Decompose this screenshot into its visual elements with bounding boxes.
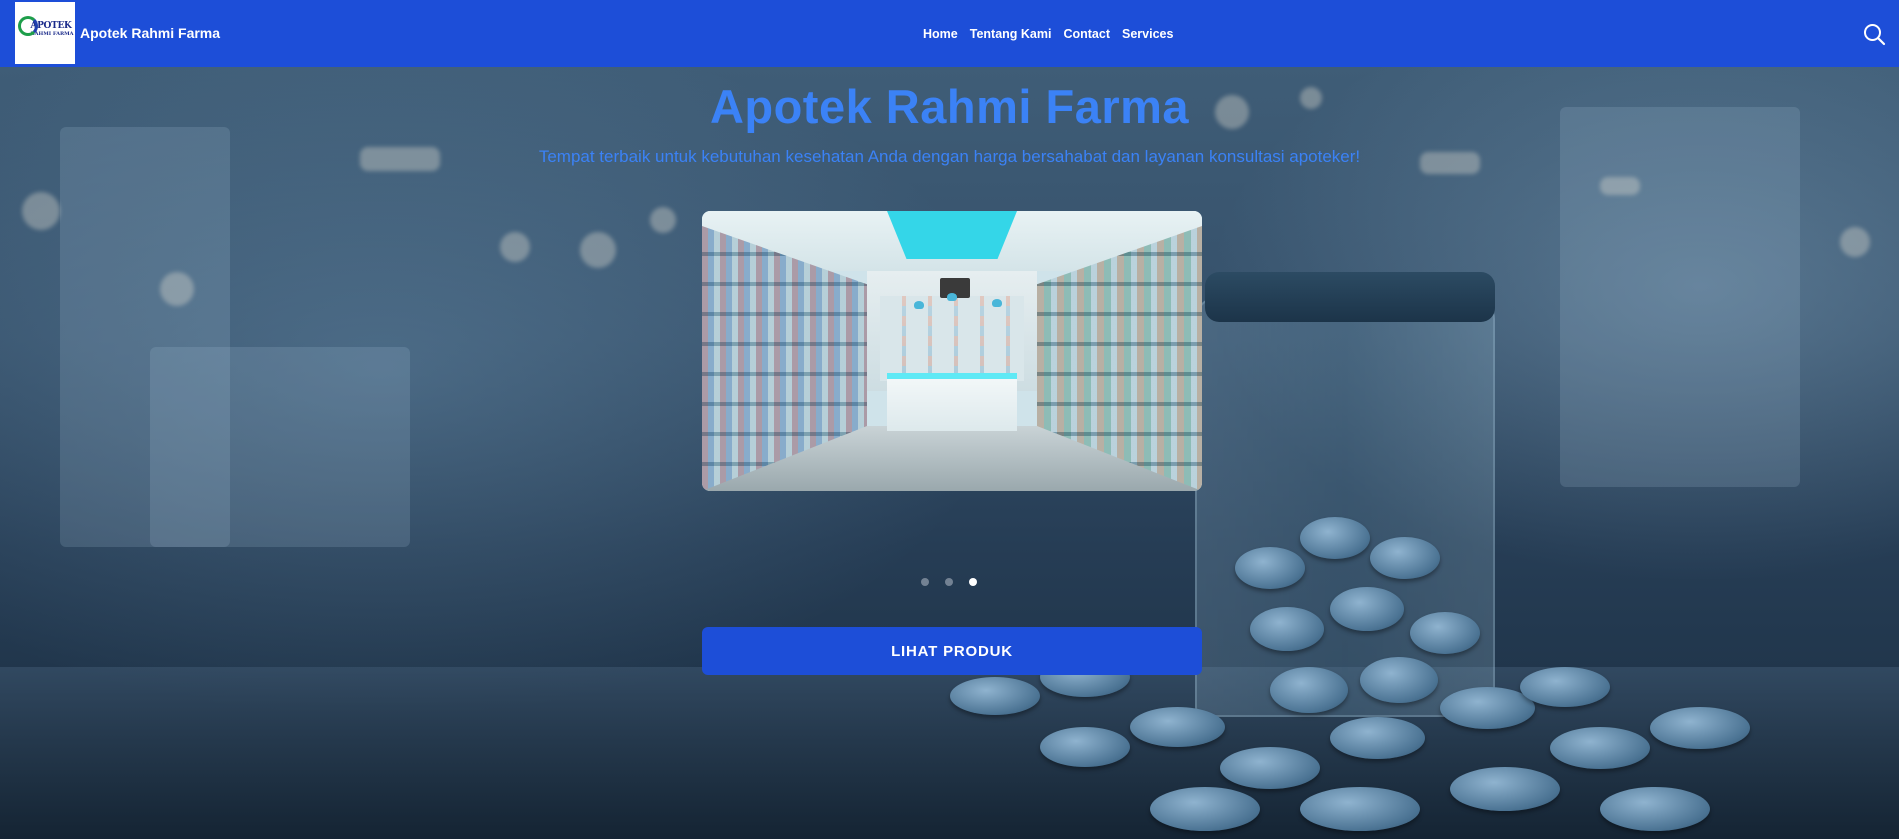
carousel-indicator-3[interactable] [969, 578, 977, 586]
nav-link-services[interactable]: Services [1122, 27, 1173, 41]
pill [950, 677, 1040, 715]
brand-name[interactable]: Apotek Rahmi Farma [80, 25, 220, 41]
hero-title: Apotek Rahmi Farma [709, 80, 1190, 133]
pill [1330, 717, 1425, 759]
lihat-produk-button[interactable]: LIHAT PRODUK [702, 627, 1202, 675]
pill [1040, 727, 1130, 767]
pill [1650, 707, 1750, 749]
pill [1330, 587, 1404, 631]
nav-link-home[interactable]: Home [923, 27, 958, 41]
nav-link-tentang-kami[interactable]: Tentang Kami [970, 27, 1052, 41]
carousel-indicator-1[interactable] [921, 578, 929, 586]
pill [1270, 667, 1348, 713]
bokeh-light [650, 207, 676, 233]
pill [1130, 707, 1225, 747]
pill-jar-lid [1205, 272, 1495, 322]
bokeh-light [160, 272, 194, 306]
nav-link-contact[interactable]: Contact [1063, 27, 1110, 41]
carousel-indicators [921, 578, 977, 586]
navbar: APOTEK RAHMI FARMA Apotek Rahmi Farma Ho… [0, 0, 1899, 67]
slide-back-shelves [880, 296, 1024, 381]
slide-reception-desk [887, 373, 1017, 431]
pill [1370, 537, 1440, 579]
pill [1250, 607, 1324, 651]
slide-ceiling-light [887, 211, 1017, 259]
bokeh-light [1600, 177, 1640, 195]
pill [1450, 767, 1560, 811]
bokeh-light [580, 232, 616, 268]
pill [1410, 612, 1480, 654]
pill [1550, 727, 1650, 769]
carousel-indicator-2[interactable] [945, 578, 953, 586]
logo-line-2: RAHMI FARMA [30, 30, 74, 37]
pill [1150, 787, 1260, 831]
background-cabinet [150, 347, 410, 547]
pill [1300, 787, 1420, 831]
pill [1220, 747, 1320, 789]
pill [1440, 687, 1535, 729]
search-icon[interactable] [1862, 22, 1886, 46]
pill [1600, 787, 1710, 831]
pill [1360, 657, 1438, 703]
bokeh-light [1840, 227, 1870, 257]
brand[interactable]: APOTEK RAHMI FARMA Apotek Rahmi Farma [15, 2, 220, 64]
nav-links: Home Tentang Kami Contact Services [923, 0, 1173, 67]
slide-lamp [947, 293, 957, 301]
hero-subtitle: Tempat terbaik untuk kebutuhan kesehatan… [538, 147, 1361, 166]
bokeh-light [500, 232, 530, 262]
slide-lamp [992, 299, 1002, 307]
pill [1235, 547, 1305, 589]
slide-lamp [914, 301, 924, 309]
pill [1300, 517, 1370, 559]
pill [1520, 667, 1610, 707]
pill-jar [1195, 297, 1495, 717]
brand-logo[interactable]: APOTEK RAHMI FARMA [15, 2, 75, 64]
carousel-slide-image[interactable] [702, 211, 1202, 491]
logo-ring-icon [18, 16, 38, 36]
bokeh-light [22, 192, 60, 230]
